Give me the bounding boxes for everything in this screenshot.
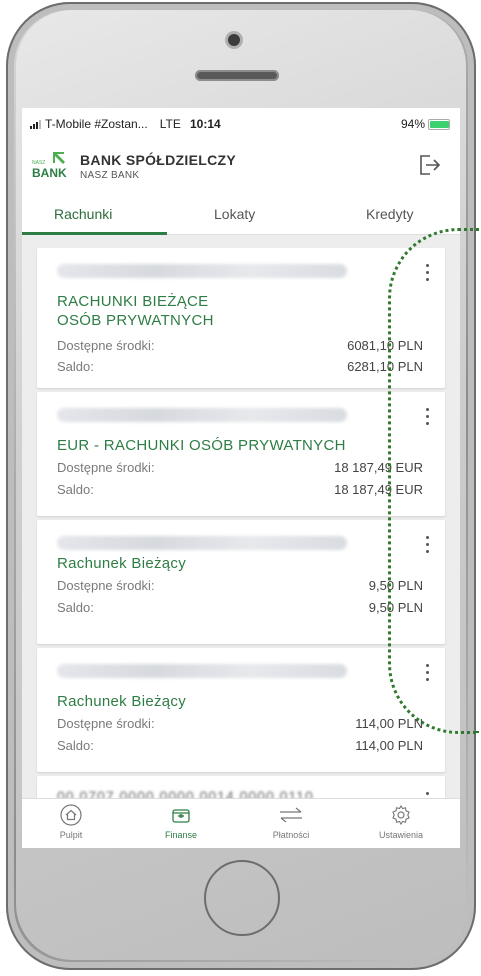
kebab-highlight-outline: [388, 228, 479, 734]
nav-ustawienia[interactable]: Ustawienia: [356, 803, 446, 840]
logo-text: BANK: [32, 166, 67, 180]
battery-percent: 94%: [400, 117, 425, 131]
bank-logo: NASZ BANK: [32, 152, 67, 180]
wallet-icon: [172, 809, 190, 823]
account-tabs: Rachunki Lokaty Kredyty: [22, 192, 460, 235]
account-number-blurred: [57, 664, 347, 678]
bank-subtitle: NASZ BANK: [80, 170, 140, 181]
account-name: Rachunek Bieżący: [57, 693, 187, 710]
balance-label: Saldo:: [57, 600, 94, 615]
nav-label: Pulpit: [59, 830, 83, 840]
home-button[interactable]: [204, 860, 280, 936]
status-bar: T-Mobile #Zostan... LTE 10:14 94%: [22, 108, 460, 138]
status-right: 94%: [401, 117, 450, 131]
status-time: 10:14: [190, 117, 221, 131]
balance-label: Saldo:: [57, 359, 94, 374]
transfer-arrows-icon: [280, 807, 302, 823]
balance-value: 114,00 PLN: [355, 738, 423, 753]
available-label: Dostępne środki:: [57, 338, 155, 353]
available-label: Dostępne środki:: [57, 578, 155, 593]
earpiece-speaker: [195, 70, 279, 81]
active-tab-indicator: [22, 232, 167, 235]
account-card[interactable]: RACHUNKI BIEŻĄCE OSÓB PRYWATNYCH Dostępn…: [37, 248, 445, 388]
account-number-blurred: [57, 536, 347, 550]
tab-rachunki[interactable]: Rachunki: [54, 206, 112, 222]
account-name: RACHUNKI BIEŻĄCE OSÓB PRYWATNYCH: [57, 293, 214, 329]
account-card[interactable]: EUR - RACHUNKI OSÓB PRYWATNYCH Dostępne …: [37, 392, 445, 516]
signal-icon: [30, 119, 41, 129]
nav-platnosci[interactable]: Płatności: [246, 803, 336, 840]
available-label: Dostępne środki:: [57, 716, 155, 731]
account-card[interactable]: Rachunek Bieżący Dostępne środki: 114,00…: [37, 648, 445, 772]
balance-label: Saldo:: [57, 482, 94, 497]
gear-icon: [392, 804, 410, 826]
front-camera: [228, 34, 240, 46]
account-name: Rachunek Bieżący: [57, 555, 187, 572]
battery-icon: [428, 118, 450, 130]
account-number-blurred: [57, 264, 347, 278]
balance-label: Saldo:: [57, 738, 94, 753]
nav-pulpit[interactable]: Pulpit: [26, 803, 116, 840]
carrier-text: T-Mobile #Zostan...: [45, 117, 148, 131]
nav-label: Finanse: [164, 830, 198, 840]
app-header: NASZ BANK BANK SPÓŁDZIELCZY NASZ BANK: [22, 138, 460, 192]
tab-kredyty[interactable]: Kredyty: [366, 206, 413, 222]
home-icon: [60, 804, 82, 826]
bank-name: BANK SPÓŁDZIELCZY: [80, 152, 236, 168]
logout-icon[interactable]: [416, 152, 442, 178]
nav-label: Płatności: [272, 830, 310, 840]
bottom-navigation: Pulpit Finanse Płatności Ustawienia: [22, 798, 460, 848]
network-text: LTE: [159, 117, 181, 131]
account-card[interactable]: Rachunek Bieżący Dostępne środki: 9,50 P…: [37, 520, 445, 644]
nav-label: Ustawienia: [378, 830, 424, 840]
available-label: Dostępne środki:: [57, 460, 155, 475]
status-left: T-Mobile #Zostan... LTE: [30, 117, 181, 131]
account-number-blurred: [57, 408, 347, 422]
nav-finanse[interactable]: Finanse: [136, 803, 226, 840]
account-name: EUR - RACHUNKI OSÓB PRYWATNYCH: [57, 437, 346, 454]
tab-lokaty[interactable]: Lokaty: [214, 206, 255, 222]
